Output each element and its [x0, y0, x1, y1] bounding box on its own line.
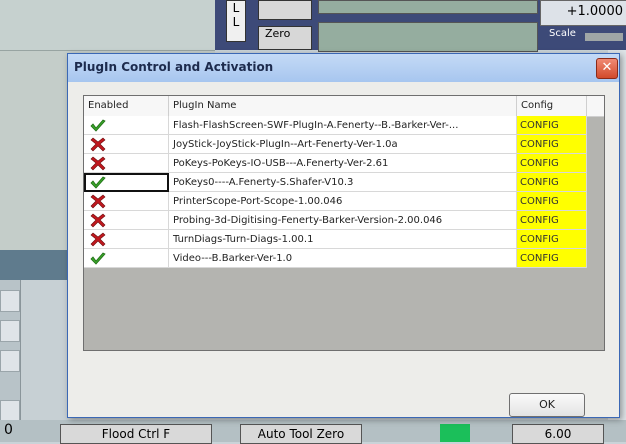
side-button[interactable] — [0, 400, 20, 422]
dialog-titlebar[interactable]: PlugIn Control and Activation ✕ — [68, 54, 619, 82]
plugin-name-cell: Flash-FlashScreen-SWF-PlugIn-A.Fenerty--… — [169, 116, 517, 135]
x-icon[interactable] — [90, 156, 106, 171]
bottom-right-display: 6.00 — [512, 424, 604, 444]
plugin-name-cell: PrinterScope-Port-Scope-1.00.046 — [169, 192, 517, 211]
plugin-list[interactable]: Enabled PlugIn Name Config Flash-FlashSc… — [83, 95, 605, 351]
table-row[interactable]: Flash-FlashScreen-SWF-PlugIn-A.Fenerty--… — [84, 116, 604, 135]
x-icon[interactable] — [90, 213, 106, 228]
config-button[interactable]: CONFIG — [517, 211, 587, 230]
enabled-cell[interactable] — [84, 154, 169, 173]
enabled-cell[interactable] — [84, 173, 169, 192]
dro-display — [318, 0, 538, 14]
zero-label: Zero — [265, 27, 291, 40]
axis-label: L — [232, 1, 240, 15]
table-row[interactable]: PrinterScope-Port-Scope-1.00.046 CONFIG — [84, 192, 604, 211]
plugin-dialog: PlugIn Control and Activation ✕ Enabled … — [67, 53, 620, 418]
scale-bar — [585, 33, 623, 41]
flood-button[interactable]: Flood Ctrl F — [60, 424, 212, 444]
table-row[interactable]: PoKeys0----A.Fenerty-S.Shafer-V10.3 CONFI… — [84, 173, 604, 192]
table-row[interactable]: TurnDiags-Turn-Diags-1.00.1 CONFIG — [84, 230, 604, 249]
check-icon[interactable] — [90, 252, 106, 265]
enabled-cell[interactable] — [84, 116, 169, 135]
bottom-right-number: 6.00 — [544, 427, 572, 441]
config-button[interactable]: CONFIG — [517, 154, 587, 173]
plugin-name-cell: PoKeys0----A.Fenerty-S.Shafer-V10.3 — [169, 173, 517, 192]
close-icon: ✕ — [601, 60, 613, 75]
side-button[interactable] — [0, 350, 20, 372]
config-button[interactable]: CONFIG — [517, 173, 587, 192]
enabled-cell[interactable] — [84, 249, 169, 268]
plugin-name-cell: JoyStick-JoyStick-PlugIn--Art-Fenerty-Ve… — [169, 135, 517, 154]
zero-button[interactable]: Zero — [258, 26, 312, 50]
config-button[interactable]: CONFIG — [517, 230, 587, 249]
scale-label: Scale — [549, 28, 576, 39]
check-icon[interactable] — [90, 119, 106, 132]
table-row[interactable]: PoKeys-PoKeys-IO-USB---A.Fenerty-Ver-2.6… — [84, 154, 604, 173]
config-button[interactable]: CONFIG — [517, 135, 587, 154]
bottom-left-number: 0 — [4, 422, 13, 438]
side-button[interactable] — [0, 320, 20, 342]
config-button[interactable]: CONFIG — [517, 116, 587, 135]
dro-right-display: +1.0000 — [540, 0, 626, 26]
config-button[interactable]: CONFIG — [517, 249, 587, 268]
table-row[interactable]: Video---B.Barker-Ver-1.0 CONFIG — [84, 249, 604, 268]
background-panel — [0, 0, 215, 50]
close-button[interactable]: ✕ — [596, 58, 618, 79]
column-header-name[interactable]: PlugIn Name — [169, 96, 517, 116]
dro-value: +1.0000 — [566, 4, 623, 19]
x-icon[interactable] — [90, 137, 106, 152]
config-button[interactable]: CONFIG — [517, 192, 587, 211]
auto-tool-zero-button[interactable]: Auto Tool Zero — [240, 424, 362, 444]
left-button-column — [0, 280, 21, 442]
axis-label: L — [232, 15, 240, 29]
status-led — [440, 424, 470, 442]
column-header-enabled[interactable]: Enabled — [84, 96, 169, 116]
list-rows: Flash-FlashScreen-SWF-PlugIn-A.Fenerty--… — [84, 116, 604, 268]
background-button[interactable] — [258, 0, 312, 20]
flood-label: Flood Ctrl F — [101, 427, 171, 441]
plugin-name-cell: TurnDiags-Turn-Diags-1.00.1 — [169, 230, 517, 249]
dro-display — [318, 22, 538, 52]
enabled-cell[interactable] — [84, 230, 169, 249]
plugin-name-cell: PoKeys-PoKeys-IO-USB---A.Fenerty-Ver-2.6… — [169, 154, 517, 173]
enabled-cell[interactable] — [84, 211, 169, 230]
table-row[interactable]: Probing-3d-Digitising-Fenerty-Barker-Ver… — [84, 211, 604, 230]
auto-tool-zero-label: Auto Tool Zero — [257, 427, 345, 441]
enabled-cell[interactable] — [84, 135, 169, 154]
dialog-body: Enabled PlugIn Name Config Flash-FlashSc… — [68, 82, 619, 417]
side-button[interactable] — [0, 290, 20, 312]
ok-button[interactable]: OK — [509, 393, 585, 417]
plugin-name-cell: Video---B.Barker-Ver-1.0 — [169, 249, 517, 268]
table-row[interactable]: JoyStick-JoyStick-PlugIn--Art-Fenerty-Ve… — [84, 135, 604, 154]
plugin-name-cell: Probing-3d-Digitising-Fenerty-Barker-Ver… — [169, 211, 517, 230]
x-icon[interactable] — [90, 232, 106, 247]
enabled-cell[interactable] — [84, 192, 169, 211]
column-header-config[interactable]: Config — [517, 96, 587, 116]
dialog-title: PlugIn Control and Activation — [74, 60, 274, 74]
axis-label-box: L L — [226, 0, 246, 42]
x-icon[interactable] — [90, 194, 106, 209]
ok-label: OK — [539, 398, 555, 411]
list-header: Enabled PlugIn Name Config — [84, 96, 604, 117]
check-icon[interactable] — [90, 176, 106, 189]
scale-area: Scale — [545, 28, 626, 48]
